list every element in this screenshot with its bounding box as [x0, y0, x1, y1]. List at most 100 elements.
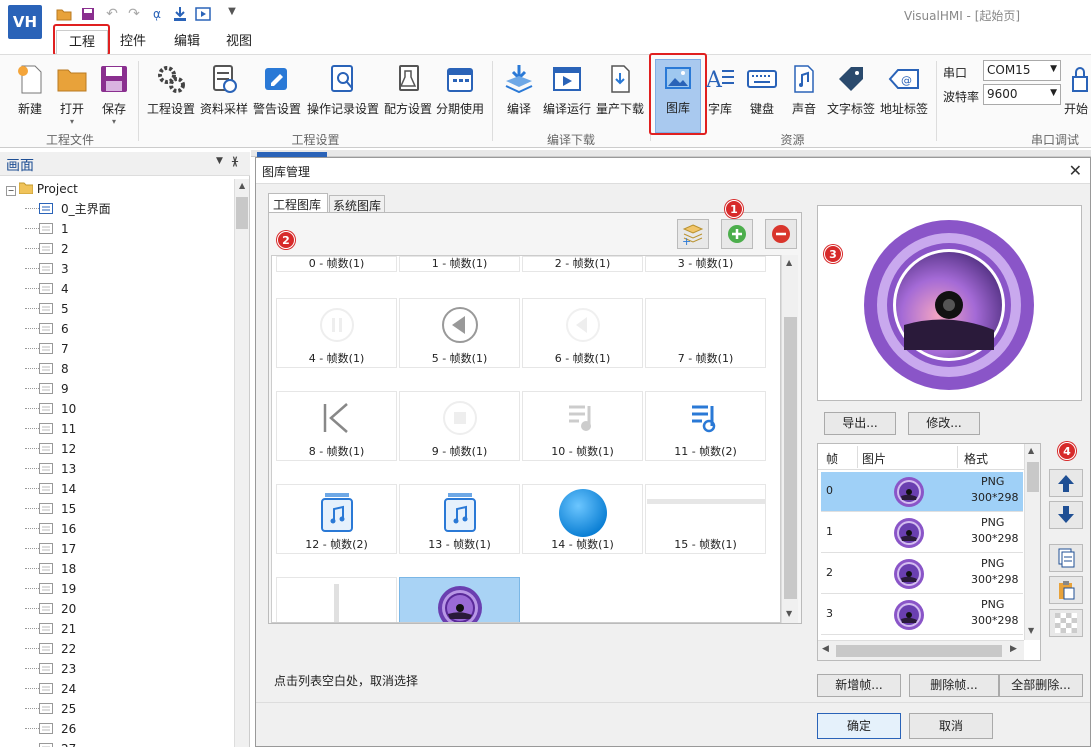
mass-download-button[interactable]: 量产下载 — [594, 61, 646, 131]
customize-dropdown-icon[interactable]: ▼ — [226, 4, 238, 18]
frame-row[interactable]: 1 PNG 300*298 — [821, 513, 1023, 553]
remove-image-button[interactable] — [765, 219, 797, 249]
tree-item-screen[interactable]: 20 — [0, 599, 76, 619]
tree-item-screen[interactable]: 16 — [0, 519, 76, 539]
tab-controls[interactable]: 控件 — [112, 30, 154, 54]
export-button[interactable]: 导出... — [824, 412, 896, 435]
scrollbar-thumb[interactable] — [1027, 462, 1039, 492]
scroll-down-icon[interactable]: ▼ — [1028, 626, 1034, 635]
save-button[interactable]: 保存 ▾ — [86, 61, 142, 131]
tree-root-project[interactable]: − Project — [0, 179, 78, 199]
gallery-image-cell[interactable]: 4 - 帧数(1) — [276, 298, 397, 368]
gallery-image-cell[interactable]: 0 - 帧数(1) — [276, 256, 397, 272]
gallery-image-cell[interactable]: 2 - 帧数(1) — [522, 256, 643, 272]
gallery-image-cell[interactable]: 7 - 帧数(1) — [645, 298, 766, 368]
address-tag-button[interactable]: @ 地址标签 — [878, 61, 930, 131]
tree-item-screen[interactable]: 27 — [0, 739, 76, 747]
frames-hscrollbar[interactable]: ◀ ▶ — [818, 640, 1024, 660]
recipe-settings-button[interactable]: 配方设置 — [380, 61, 436, 131]
tree-item-screen[interactable]: 1 — [0, 219, 69, 239]
tree-item-screen[interactable]: 26 — [0, 719, 76, 739]
tree-item-screen[interactable]: 11 — [0, 419, 76, 439]
tree-item-screen[interactable]: 5 — [0, 299, 69, 319]
tree-item-screen[interactable]: 12 — [0, 439, 76, 459]
tree-item-screen[interactable]: 18 — [0, 559, 76, 579]
tree-item-screen[interactable]: 0_主界面 — [0, 199, 111, 219]
tree-item-screen[interactable]: 14 — [0, 479, 76, 499]
tab-system-gallery[interactable]: 系统图库 — [329, 195, 385, 213]
scroll-down-icon[interactable]: ▼ — [786, 609, 792, 618]
add-frame-button[interactable]: 新增帧... — [817, 674, 901, 697]
frames-vscrollbar[interactable]: ▲ ▼ — [1024, 444, 1040, 640]
gallery-image-cell[interactable]: 14 - 帧数(1) — [522, 484, 643, 554]
gallery-image-cell[interactable]: 3 - 帧数(1) — [645, 256, 766, 272]
compile-run-button[interactable]: 编译运行 — [540, 61, 594, 131]
tree-item-screen[interactable]: 25 — [0, 699, 76, 719]
tree-item-screen[interactable]: 13 — [0, 459, 76, 479]
tree-item-screen[interactable]: 22 — [0, 639, 76, 659]
transparent-frame-button[interactable] — [1049, 609, 1083, 637]
tree-item-screen[interactable]: 3 — [0, 259, 69, 279]
serial-port-select[interactable]: COM15 ▼ — [983, 60, 1061, 81]
paste-frame-button[interactable] — [1049, 576, 1083, 604]
baud-rate-select[interactable]: 9600 ▼ — [983, 84, 1061, 105]
gallery-image-cell[interactable]: 10 - 帧数(1) — [522, 391, 643, 461]
pin-icon[interactable]: ᚕ — [232, 154, 238, 168]
tree-scrollbar[interactable]: ▲ — [234, 179, 249, 747]
scroll-up-icon[interactable]: ▲ — [1028, 446, 1034, 455]
start-debug-button[interactable]: 开始 — [1064, 61, 1091, 131]
tree-item-screen[interactable]: 8 — [0, 359, 69, 379]
gallery-image-cell-selected[interactable]: 17 - 帧数(24) — [399, 577, 520, 622]
sound-button[interactable]: 声音 — [784, 61, 824, 131]
gallery-image-cell[interactable]: 5 - 帧数(1) — [399, 298, 520, 368]
grid-scrollbar[interactable]: ▲ ▼ — [781, 255, 798, 623]
tree-item-screen[interactable]: 17 — [0, 539, 76, 559]
frame-row[interactable]: 0 PNG 300*298 — [821, 472, 1023, 512]
tree-item-screen[interactable]: 4 — [0, 279, 69, 299]
tree-item-screen[interactable]: 21 — [0, 619, 76, 639]
add-image-button[interactable] — [721, 219, 753, 249]
scrollbar-thumb[interactable] — [236, 197, 248, 229]
tree-item-screen[interactable]: 23 — [0, 659, 76, 679]
scrollbar-thumb[interactable] — [784, 317, 797, 599]
data-sampling-button[interactable]: 资料采样 — [196, 61, 252, 131]
gallery-image-cell[interactable]: 15 - 帧数(1) — [645, 484, 766, 554]
tree-item-screen[interactable]: 15 — [0, 499, 76, 519]
gallery-image-cell[interactable]: 11 - 帧数(2) — [645, 391, 766, 461]
undo-icon[interactable]: ↶ — [104, 6, 120, 22]
find-icon[interactable]: ᾳ — [149, 6, 165, 22]
gallery-image-cell[interactable]: 1 - 帧数(1) — [399, 256, 520, 272]
frame-row[interactable]: 3 PNG 300*298 — [821, 595, 1023, 635]
alarm-settings-button[interactable]: 警告设置 — [249, 61, 305, 131]
run-icon[interactable] — [195, 6, 211, 22]
text-tag-button[interactable]: 文字标签 — [826, 61, 876, 131]
tree-item-screen[interactable]: 24 — [0, 679, 76, 699]
modify-button[interactable]: 修改... — [908, 412, 980, 435]
collapse-toggle-icon[interactable]: − — [6, 186, 16, 196]
ok-button[interactable]: 确定 — [817, 713, 901, 739]
gallery-image-cell[interactable]: 6 - 帧数(1) — [522, 298, 643, 368]
installment-button[interactable]: 分期使用 — [432, 61, 488, 131]
copy-frame-button[interactable] — [1049, 544, 1083, 572]
close-icon[interactable]: ✕ — [1069, 161, 1082, 180]
gallery-image-cell[interactable]: 16 - 帧数(1) — [276, 577, 397, 622]
gallery-image-cell[interactable]: 9 - 帧数(1) — [399, 391, 520, 461]
move-down-button[interactable] — [1049, 501, 1083, 529]
tab-project-gallery[interactable]: 工程图库 — [268, 193, 328, 213]
tree-item-screen[interactable]: 19 — [0, 579, 76, 599]
tree-item-screen[interactable]: 9 — [0, 379, 69, 399]
cancel-button[interactable]: 取消 — [909, 713, 993, 739]
move-up-button[interactable] — [1049, 469, 1083, 497]
scroll-left-icon[interactable]: ◀ — [822, 644, 829, 654]
scroll-up-icon[interactable]: ▲ — [786, 258, 792, 267]
gallery-image-cell[interactable]: 12 - 帧数(2) — [276, 484, 397, 554]
tree-item-screen[interactable]: 10 — [0, 399, 76, 419]
import-images-button[interactable]: + — [677, 219, 709, 249]
font-library-button[interactable]: A 字库 — [703, 61, 737, 131]
redo-icon[interactable]: ↷ — [126, 6, 142, 22]
delete-all-frames-button[interactable]: 全部删除... — [999, 674, 1083, 697]
keyboard-button[interactable]: 键盘 — [742, 61, 782, 131]
frame-row[interactable]: 2 PNG 300*298 — [821, 554, 1023, 594]
tab-edit[interactable]: 编辑 — [166, 30, 208, 54]
tab-view[interactable]: 视图 — [218, 30, 260, 54]
